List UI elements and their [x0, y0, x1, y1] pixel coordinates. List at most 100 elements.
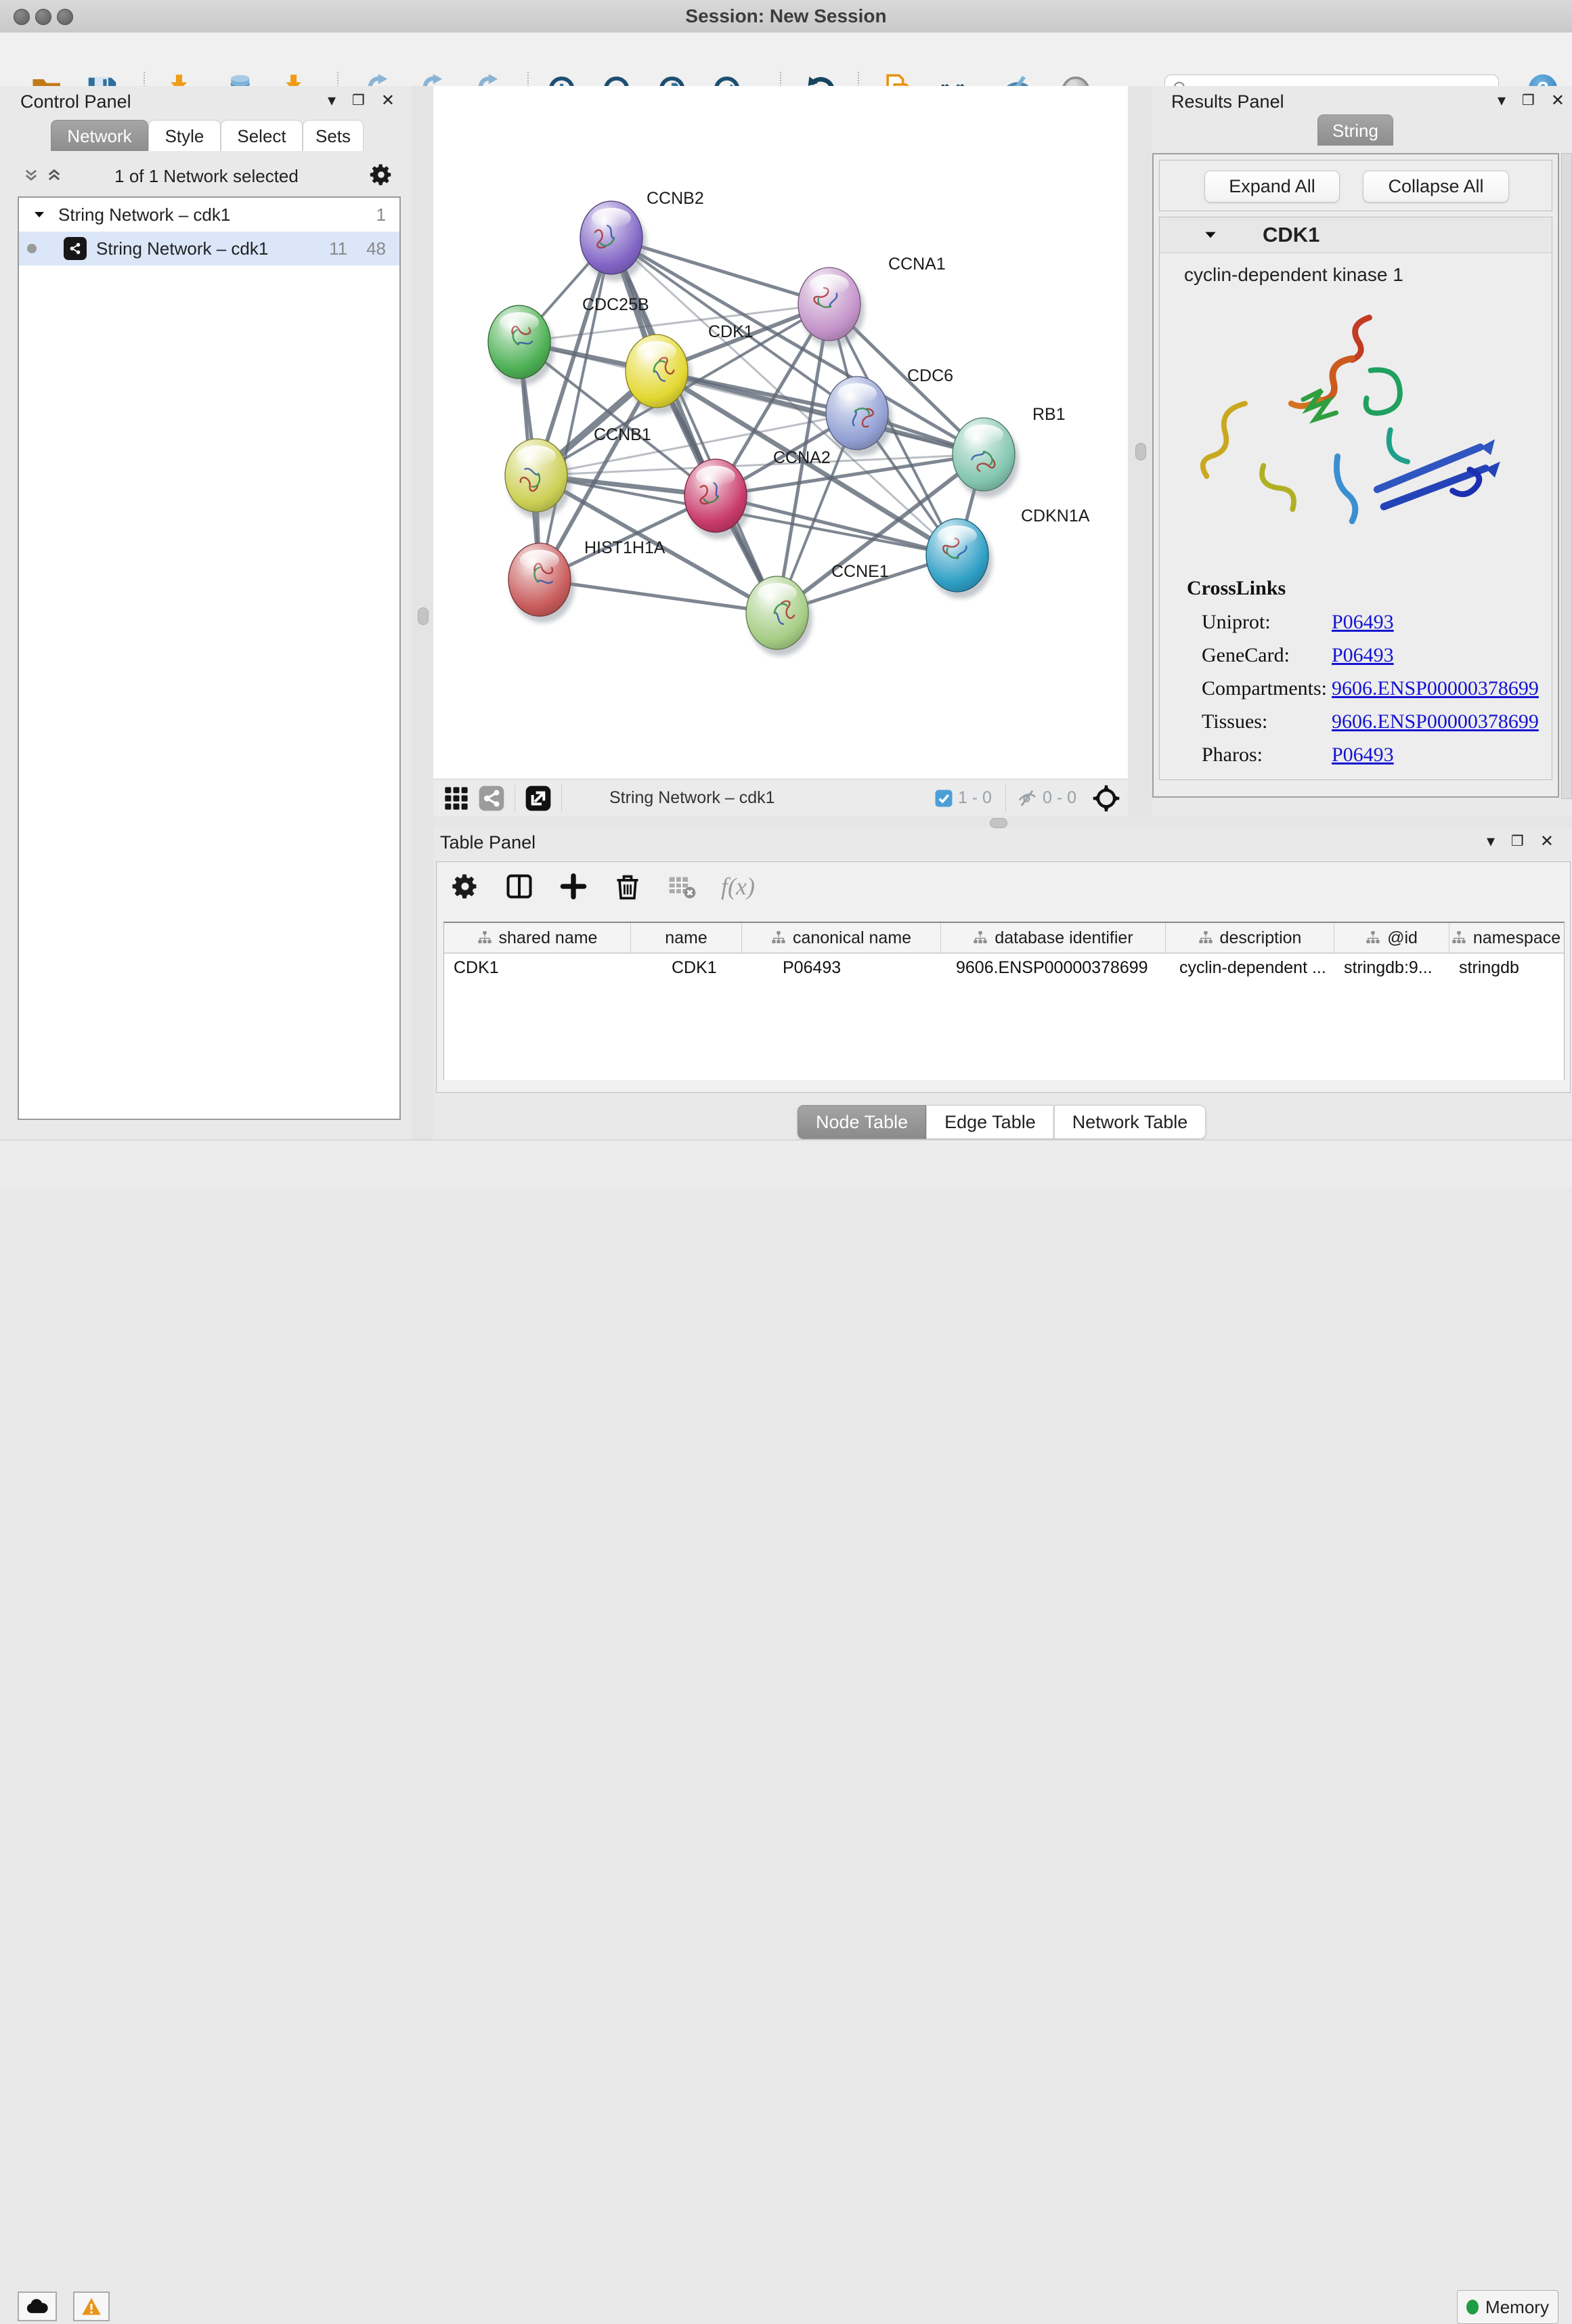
close-panel-icon[interactable]: ✕ [1540, 834, 1554, 850]
expand-collapse-section: Expand All Collapse All [1159, 160, 1552, 211]
tissues-link[interactable]: 9606.ENSP00000378699 [1332, 710, 1539, 733]
window-titlebar: Session: New Session [0, 0, 1572, 33]
column-header-canonical-name[interactable]: canonical name [742, 923, 941, 953]
delete-table-icon[interactable] [667, 872, 697, 901]
horizontal-splitter[interactable] [433, 816, 1572, 828]
expand-all-icon[interactable] [46, 167, 62, 185]
delete-column-trash-icon[interactable] [613, 872, 642, 901]
close-panel-icon[interactable]: ✕ [381, 93, 395, 109]
birdseye-crosshair-icon[interactable] [1091, 783, 1121, 813]
column-header-database-identifier[interactable]: database identifier [941, 923, 1166, 953]
edge-count: 48 [366, 238, 386, 259]
hidden-eye-slash-icon[interactable] [1016, 788, 1039, 809]
table-row[interactable]: CDK1 CDK1 P06493 9606.ENSP00000378699 cy… [444, 953, 1564, 982]
column-header-description[interactable]: description [1166, 923, 1334, 953]
float-panel-icon[interactable]: ❒ [352, 93, 365, 109]
footer-separator [1005, 785, 1006, 812]
node-table-box: f(x) shared name name canonical name dat… [436, 861, 1571, 1093]
open-in-window-icon[interactable] [525, 785, 552, 812]
network-canvas[interactable]: CCNB2CCNA1CDC25BCDK1CDC6RB1CCNB1CCNA2CDK… [433, 86, 1128, 779]
panel-menu-icon[interactable]: ▾ [328, 93, 336, 109]
tab-style[interactable]: Style [148, 120, 221, 151]
column-header-id[interactable]: @id [1334, 923, 1449, 953]
table-header-row: shared name name canonical name database… [444, 923, 1564, 953]
control-panel-title: Control Panel [20, 91, 131, 112]
share-network-icon[interactable] [478, 785, 505, 812]
svg-text:CDC6: CDC6 [907, 366, 953, 385]
crosslink-row: GeneCard:P06493 [1187, 644, 1552, 667]
selected-checkbox-icon[interactable] [934, 788, 954, 809]
tree-collapse-caret-icon[interactable] [32, 208, 46, 221]
column-header-namespace[interactable]: namespace [1449, 923, 1563, 953]
results-panel-title: Results Panel [1171, 91, 1284, 112]
compartments-link[interactable]: 9606.ENSP00000378699 [1332, 677, 1539, 700]
cell-shared-name[interactable]: CDK1 [444, 953, 631, 982]
tab-string[interactable]: String [1317, 114, 1393, 146]
genecard-link[interactable]: P06493 [1332, 644, 1394, 667]
tab-select[interactable]: Select [221, 120, 303, 151]
cell-description[interactable]: cyclin-dependent ... [1166, 953, 1334, 982]
hidden-node-edge-counts: 0 - 0 [1043, 788, 1076, 808]
grid-view-icon[interactable] [443, 785, 470, 812]
svg-text:CDKN1A: CDKN1A [1021, 507, 1090, 525]
cloud-services-button[interactable] [18, 2291, 57, 2321]
status-bar: Memory [0, 1140, 1572, 1188]
tab-edge-table[interactable]: Edge Table [926, 1105, 1054, 1139]
show-columns-icon[interactable] [504, 872, 534, 901]
cell-id[interactable]: stringdb:9... [1334, 953, 1449, 982]
svg-text:CDC25B: CDC25B [582, 295, 649, 314]
memory-button[interactable]: Memory [1457, 2290, 1558, 2324]
crosslink-row: Pharos:P06493 [1187, 744, 1552, 767]
network-collection-row[interactable]: String Network – cdk1 1 [19, 198, 399, 232]
pharos-link[interactable]: P06493 [1332, 744, 1394, 767]
hierarchy-icon [477, 930, 492, 945]
function-builder-button[interactable]: f(x) [721, 872, 755, 901]
string-network-graph[interactable]: CCNB2CCNA1CDC25BCDK1CDC6RB1CCNB1CCNA2CDK… [433, 86, 1128, 779]
network-view-title: String Network – cdk1 [609, 788, 775, 808]
float-panel-icon[interactable]: ❒ [1511, 834, 1524, 850]
splitter-handle[interactable] [990, 818, 1007, 828]
table-settings-gear-icon[interactable] [450, 872, 480, 901]
tab-sets[interactable]: Sets [303, 120, 364, 151]
svg-text:CDK1: CDK1 [708, 322, 754, 341]
column-header-name[interactable]: name [631, 923, 742, 953]
cell-canonical-name[interactable]: P06493 [742, 953, 941, 982]
svg-text:CCNB1: CCNB1 [594, 425, 651, 444]
string-results-box: Expand All Collapse All CDK1 cyclin-depe… [1152, 153, 1559, 798]
panel-menu-icon[interactable]: ▾ [1498, 93, 1506, 109]
vertical-splitter-left[interactable] [412, 86, 433, 1140]
string-network-icon [64, 237, 87, 260]
gear-icon[interactable] [368, 162, 394, 188]
close-panel-icon[interactable]: ✕ [1551, 93, 1565, 109]
tab-node-table[interactable]: Node Table [798, 1105, 926, 1139]
network-row-selected[interactable]: String Network – cdk1 11 48 [19, 232, 399, 265]
splitter-handle[interactable] [1135, 443, 1146, 460]
section-collapse-caret-icon[interactable] [1203, 228, 1218, 242]
hierarchy-icon [1451, 930, 1466, 945]
cell-namespace[interactable]: stringdb [1449, 953, 1563, 982]
tab-network[interactable]: Network [51, 120, 148, 151]
cdk1-section: CDK1 cyclin-dependent kinase 1 [1159, 217, 1552, 780]
tab-network-table[interactable]: Network Table [1054, 1105, 1206, 1139]
protein-name: CDK1 [1263, 223, 1319, 247]
hierarchy-icon [973, 930, 988, 945]
column-header-shared-name[interactable]: shared name [444, 923, 631, 953]
warnings-button[interactable] [73, 2291, 110, 2321]
panel-menu-icon[interactable]: ▾ [1487, 834, 1495, 850]
float-panel-icon[interactable]: ❒ [1522, 93, 1535, 109]
collection-count: 1 [376, 205, 386, 225]
uniprot-link[interactable]: P06493 [1332, 611, 1394, 634]
vertical-splitter-right[interactable] [1128, 86, 1152, 816]
cell-name[interactable]: CDK1 [631, 953, 742, 982]
expand-all-button[interactable]: Expand All [1204, 171, 1340, 202]
splitter-handle[interactable] [418, 607, 429, 625]
hierarchy-icon [771, 930, 786, 945]
protein-structure-image [1166, 290, 1546, 567]
collapse-all-button[interactable]: Collapse All [1363, 171, 1509, 202]
cell-database-identifier[interactable]: 9606.ENSP00000378699 [941, 953, 1166, 982]
control-panel: Control Panel ▾ ❒ ✕ Network Style Select… [0, 86, 412, 1140]
results-scrollbar[interactable] [1561, 153, 1572, 799]
create-column-plus-icon[interactable] [559, 872, 588, 901]
cdk1-section-header[interactable]: CDK1 [1160, 217, 1552, 253]
collapse-all-icon[interactable] [23, 167, 39, 185]
